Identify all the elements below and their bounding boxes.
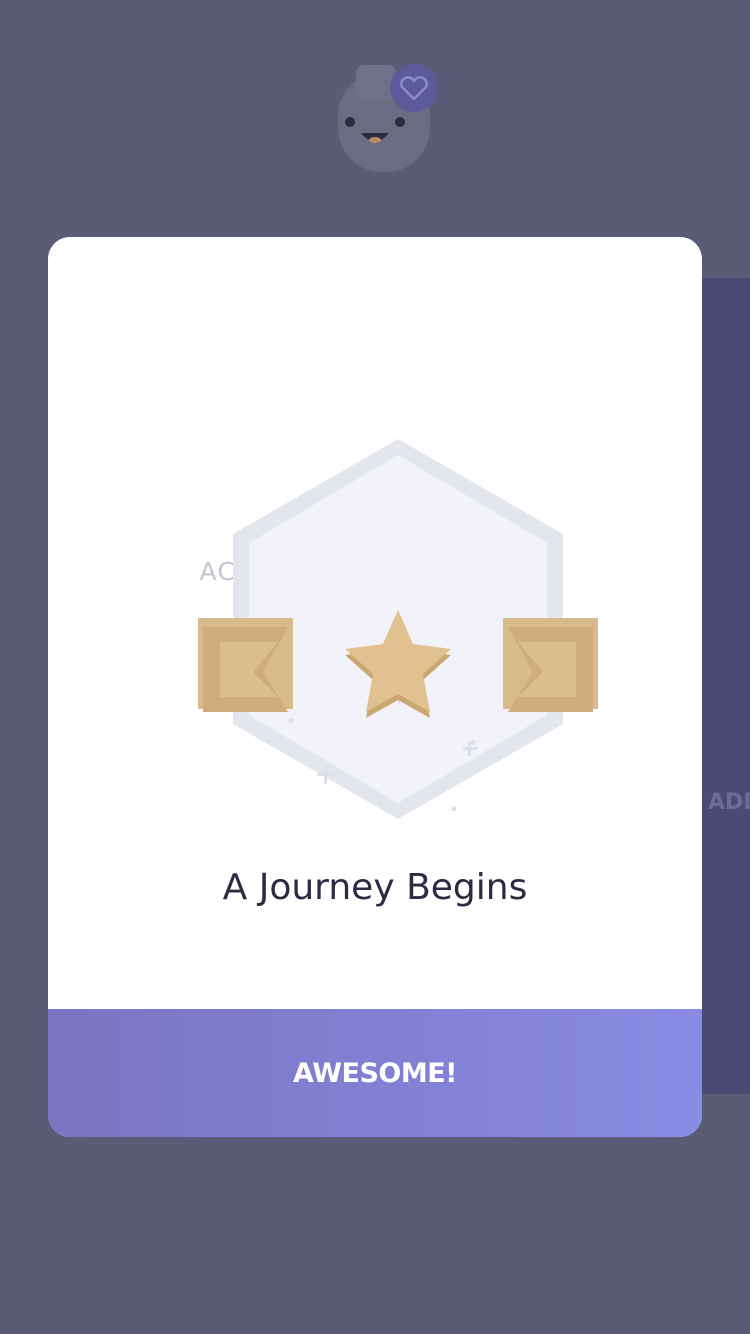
achievement-title: A Journey Begins [222, 867, 528, 908]
awesome-button[interactable]: AWESOME! [48, 1009, 702, 1137]
mascot-avatar [338, 64, 438, 172]
achievement-modal: ACHIEVEMENT UNLOCKED A Journey Begins AW… [48, 237, 702, 1137]
heart-icon [390, 64, 438, 112]
star-badge-icon [198, 439, 598, 819]
background-add-label: ADD [708, 790, 750, 815]
